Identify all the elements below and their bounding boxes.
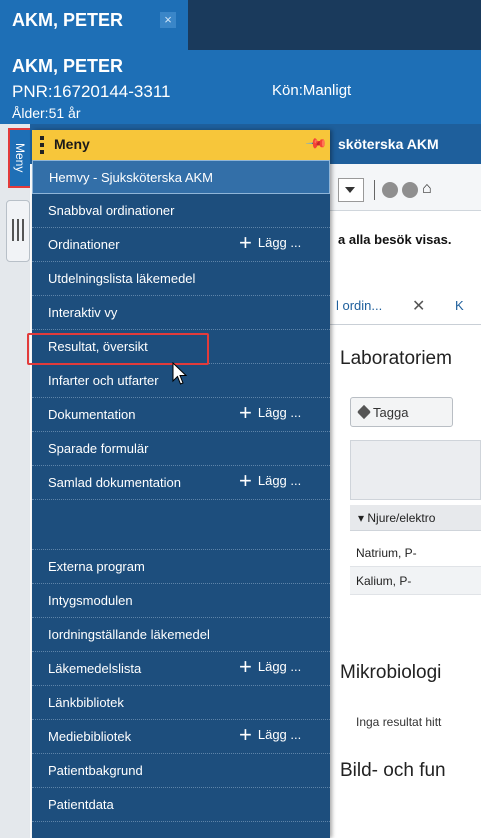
menu-item-intygsmodulen[interactable]: Intygsmodulen bbox=[32, 584, 330, 618]
menu-item-sparade-formular[interactable]: Sparade formulär bbox=[32, 432, 330, 466]
menu-item-label: Mediebibliotek bbox=[48, 729, 132, 744]
tag-icon bbox=[356, 404, 372, 420]
plus-icon: + bbox=[239, 230, 252, 255]
highlight-annotation bbox=[27, 333, 209, 365]
results-group-row[interactable]: ▾ Njure/elektro bbox=[350, 505, 481, 531]
patient-tab[interactable]: AKM, PETER × bbox=[0, 0, 188, 50]
lab-section-title: Laboratoriem bbox=[340, 348, 452, 369]
cursor-icon bbox=[172, 362, 188, 385]
view-dropdown[interactable] bbox=[338, 178, 364, 202]
results-table-header bbox=[350, 440, 481, 500]
table-row[interactable]: Natrium, P- bbox=[350, 539, 481, 567]
home-icon[interactable]: ⌂ bbox=[422, 180, 432, 198]
tab-next[interactable]: K bbox=[455, 298, 464, 313]
plus-icon: + bbox=[239, 654, 252, 679]
imaging-section-title: Bild- och fun bbox=[340, 760, 446, 781]
menu-item-externa-program[interactable]: Externa program bbox=[32, 550, 330, 584]
menu-item-label: Interaktiv vy bbox=[48, 305, 118, 320]
menu-item-utdelningslista[interactable]: Utdelningslista läkemedel bbox=[32, 262, 330, 296]
menu-item-iordningstallande[interactable]: Iordningställande läkemedel bbox=[32, 618, 330, 652]
menu-item-patientbakgrund[interactable]: Patientbakgrund bbox=[32, 754, 330, 788]
menu-item-label: Externa program bbox=[48, 559, 145, 574]
add-button[interactable]: + Lägg ... bbox=[239, 230, 301, 255]
plus-icon: + bbox=[239, 400, 252, 425]
tag-button-label: Tagga bbox=[373, 405, 409, 420]
handle-bars-icon bbox=[12, 219, 24, 241]
menu-item-ordinationer[interactable]: Ordinationer + Lägg ... bbox=[32, 228, 330, 262]
toolbar-divider bbox=[374, 180, 375, 200]
no-results-text: Inga resultat hitt bbox=[356, 715, 442, 729]
menu-title: Meny bbox=[54, 136, 90, 152]
tag-button[interactable]: Tagga bbox=[350, 397, 453, 427]
menu-item-label: Snabbval ordinationer bbox=[48, 203, 175, 218]
drag-dots-icon bbox=[40, 136, 44, 154]
menu-item-mediebibliotek[interactable]: Mediebibliotek + Lägg ... bbox=[32, 720, 330, 754]
add-button[interactable]: + Lägg ... bbox=[239, 400, 301, 425]
menu-item-lakemedelslista[interactable]: Läkemedelslista + Lägg ... bbox=[32, 652, 330, 686]
add-button[interactable]: + Lägg ... bbox=[239, 468, 301, 493]
tab-ordinationer[interactable]: l ordin... bbox=[336, 298, 382, 313]
menu-item-label: Utdelningslista läkemedel bbox=[48, 271, 196, 286]
menu-item-patientdata[interactable]: Patientdata bbox=[32, 788, 330, 822]
menu-item-samlad-dokumentation[interactable]: Samlad dokumentation + Lägg ... bbox=[32, 466, 330, 500]
visits-notice: a alla besök visas. bbox=[338, 232, 452, 247]
menu-spacer bbox=[32, 500, 330, 550]
plus-icon: + bbox=[239, 722, 252, 747]
close-icon[interactable]: × bbox=[160, 12, 176, 28]
menu-item-label: Samlad dokumentation bbox=[48, 475, 181, 490]
menu-item-lankbibliotek[interactable]: Länkbibliotek bbox=[32, 686, 330, 720]
menu-item-interaktiv-vy[interactable]: Interaktiv vy bbox=[32, 296, 330, 330]
circle-icon[interactable] bbox=[402, 182, 418, 198]
menu-item-label: Sparade formulär bbox=[48, 441, 149, 456]
menu-item-dokumentation[interactable]: Dokumentation + Lägg ... bbox=[32, 398, 330, 432]
menu-toggle-button[interactable]: Meny bbox=[8, 128, 32, 188]
add-button[interactable]: + Lägg ... bbox=[239, 722, 301, 747]
menu-item-label: Patientdata bbox=[48, 797, 114, 812]
pin-icon[interactable]: 📌 bbox=[305, 131, 329, 155]
patient-tab-title: AKM, PETER bbox=[12, 10, 124, 30]
patient-age: Ålder:51 år bbox=[12, 105, 81, 121]
patient-gender: Kön:Manligt bbox=[272, 82, 352, 99]
menu-item-hemvy[interactable]: Hemvy - Sjuksköterska AKM bbox=[32, 160, 330, 194]
menu-item-label: Iordningställande läkemedel bbox=[48, 627, 210, 642]
menu-item-label: Länkbibliotek bbox=[48, 695, 124, 710]
view-title: sköterska AKM bbox=[338, 136, 439, 152]
menu-item-label: Läkemedelslista bbox=[48, 661, 142, 676]
patient-header: AKM, PETER PNR:16720144-3311 Kön:Manligt… bbox=[0, 50, 481, 124]
micro-section-title: Mikrobiologi bbox=[340, 662, 442, 683]
patient-pnr: PNR:16720144-3311 bbox=[12, 82, 171, 101]
menu-item-snabbval[interactable]: Snabbval ordinationer bbox=[32, 194, 330, 228]
patient-name: AKM, PETER bbox=[12, 56, 124, 76]
circle-icon[interactable] bbox=[382, 182, 398, 198]
menu-header: Meny 📌 bbox=[32, 130, 330, 160]
menu-item-label: Ordinationer bbox=[48, 237, 120, 252]
menu-item-label: Intygsmodulen bbox=[48, 593, 133, 608]
menu-item-label: Infarter och utfarter bbox=[48, 373, 159, 388]
menu-item-label: Hemvy - Sjuksköterska AKM bbox=[49, 170, 213, 185]
add-button[interactable]: + Lägg ... bbox=[239, 654, 301, 679]
plus-icon: + bbox=[239, 468, 252, 493]
menu-item-label: Patientbakgrund bbox=[48, 763, 143, 778]
table-row[interactable]: Kalium, P- bbox=[350, 567, 481, 595]
tab-close-icon[interactable]: ✕ bbox=[412, 296, 425, 316]
menu-item-label: Dokumentation bbox=[48, 407, 136, 422]
panel-handle[interactable] bbox=[6, 200, 30, 262]
